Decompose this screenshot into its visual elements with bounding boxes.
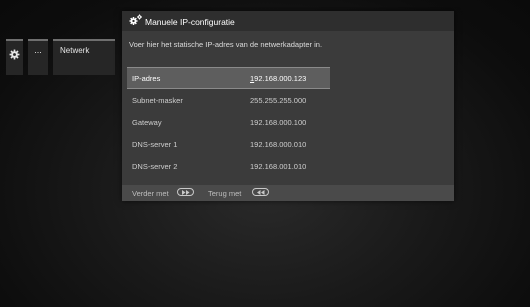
dns-server-1-label: DNS-server 1	[132, 140, 178, 149]
fast-forward-button-icon	[177, 188, 194, 196]
rewind-button-icon	[252, 188, 269, 196]
gear-icon	[9, 49, 20, 60]
subnet-mask-row[interactable]: Subnet-masker 255.255.255.000	[127, 89, 330, 111]
subnet-mask-label: Subnet-masker	[132, 96, 183, 105]
settings-tile[interactable]	[6, 39, 23, 75]
more-label: ...	[34, 45, 42, 55]
subnet-mask-value[interactable]: 255.255.255.000	[250, 96, 306, 105]
dns-server-2-value[interactable]: 192.168.001.010	[250, 162, 306, 171]
menu-area: ... Netwerk Manuele IP-configuratie Voer…	[6, 7, 524, 299]
ip-address-field[interactable]: 192.168.000.123	[250, 74, 306, 83]
gateway-label: Gateway	[132, 118, 162, 127]
dialog-footer: Verder met Terug met	[122, 185, 454, 201]
next-hint-label: Verder met	[132, 189, 169, 198]
ip-address-label: IP-adres	[132, 74, 161, 83]
dialog-title: Manuele IP-configuratie	[145, 17, 235, 27]
back-hint-label: Terug met	[208, 189, 242, 198]
ip-address-row[interactable]: IP-adres 192.168.000.123	[127, 67, 330, 89]
dns-server-2-label: DNS-server 2	[132, 162, 178, 171]
more-tile[interactable]: ...	[28, 39, 48, 75]
dns-server-1-row[interactable]: DNS-server 1 192.168.000.010	[127, 133, 330, 155]
ip-config-dialog: Manuele IP-configuratie Voer hier het st…	[122, 11, 454, 201]
instruction-text: Voer hier het statische IP-adres van de …	[129, 40, 323, 49]
gears-icon	[129, 14, 142, 25]
dns-server-2-row[interactable]: DNS-server 2 192.168.001.010	[127, 155, 330, 177]
ip-address-value: 92.168.000.123	[254, 74, 307, 83]
netwerk-tile[interactable]: Netwerk	[53, 39, 115, 75]
dns-server-1-value[interactable]: 192.168.000.010	[250, 140, 306, 149]
tv-screen: ... Netwerk Manuele IP-configuratie Voer…	[0, 0, 530, 307]
dialog-title-bar: Manuele IP-configuratie	[122, 11, 454, 31]
netwerk-label: Netwerk	[60, 46, 90, 55]
gateway-value[interactable]: 192.168.000.100	[250, 118, 306, 127]
gateway-row[interactable]: Gateway 192.168.000.100	[127, 111, 330, 133]
ip-settings-list: IP-adres 192.168.000.123 Subnet-masker 2…	[127, 67, 330, 177]
